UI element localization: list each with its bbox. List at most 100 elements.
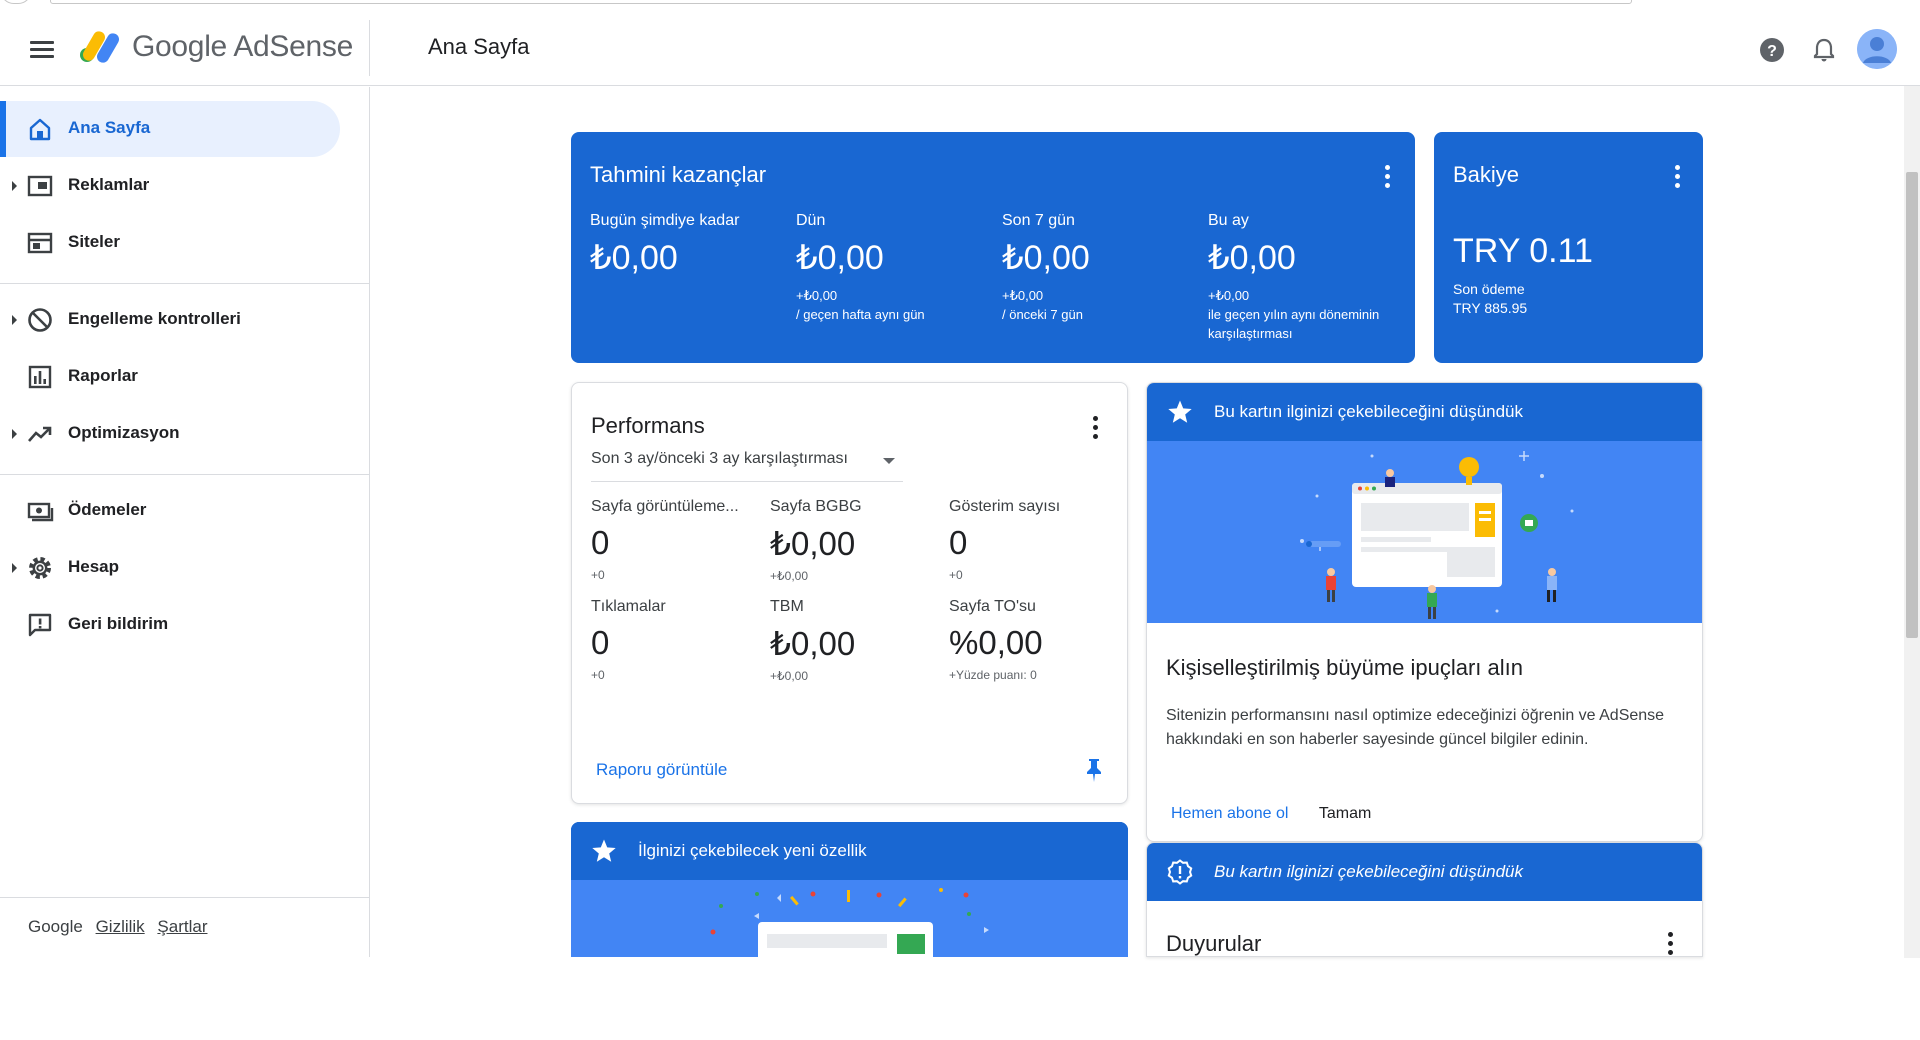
announcements-card-header: Bu kartın ilginizi çekebileceğini düşünd… — [1147, 843, 1702, 901]
sidebar-item-feedback[interactable]: Geri bildirim — [0, 597, 340, 653]
earnings-yesterday: Dün ₺0,00 +₺0,00 / geçen hafta aynı gün — [796, 212, 996, 324]
tips-title: Kişiselleştirilmiş büyüme ipuçları alın — [1166, 655, 1524, 680]
metric-label: Tıklamalar — [591, 598, 666, 615]
sidebar-item-sites[interactable]: Siteler — [0, 215, 340, 271]
announcements-title: Duyurular — [1166, 931, 1262, 956]
balance-title: Bakiye — [1453, 162, 1520, 187]
earnings-diff: +₺0,00 — [796, 288, 838, 303]
confetti-illustration-icon — [710, 888, 989, 957]
svg-text:?: ? — [1767, 43, 1777, 60]
metric-value: %0,00 — [949, 624, 1043, 661]
browser-reload-button[interactable] — [0, 0, 32, 4]
adsense-page: Google AdSense Ana Sayfa ? Ana Sayfa Rek… — [0, 0, 1920, 1040]
announcements-more-button[interactable] — [1658, 929, 1682, 956]
last-payment-label: Son ödeme — [1453, 281, 1525, 297]
period-dropdown[interactable]: Son 3 ay/önceki 3 ay karşılaştırması — [591, 450, 903, 482]
sidebar-item-account[interactable]: Hesap — [0, 540, 340, 596]
metric-clicks[interactable]: Tıklamalar 0 +0 — [591, 598, 761, 682]
sidebar-item-label: Raporlar — [68, 366, 138, 385]
terms-link[interactable]: Şartlar — [157, 917, 207, 936]
metric-page-rpm[interactable]: Sayfa BGBG ₺0,00 +₺0,00 — [770, 498, 940, 583]
sidebar-item-payments[interactable]: Ödemeler — [0, 483, 340, 539]
metric-impressions[interactable]: Gösterim sayısı 0 +0 — [949, 498, 1119, 582]
metric-diff: +₺0,00 — [770, 569, 808, 583]
metric-label: Sayfa BGBG — [770, 498, 862, 515]
ok-button[interactable]: Tamam — [1319, 805, 1371, 822]
expand-caret-icon — [12, 429, 17, 439]
pin-icon[interactable] — [1084, 757, 1104, 783]
earnings-note: ile geçen yılın aynı döneminin karşılaşt… — [1208, 307, 1380, 341]
earnings-note: / önceki 7 gün — [1002, 307, 1083, 322]
alert-badge-icon — [1167, 859, 1193, 885]
trending-up-icon — [28, 426, 52, 442]
earnings-value: ₺0,00 — [796, 239, 884, 277]
announcements-card-header-text: Bu kartın ilginizi çekebileceğini düşünd… — [1214, 862, 1524, 881]
sidebar-item-label: Hesap — [68, 557, 120, 576]
earnings-card: Tahmini kazançlar Bugün şimdiye kadar ₺0… — [571, 132, 1415, 363]
expand-caret-icon — [12, 315, 17, 325]
help-icon: ? — [1760, 38, 1784, 62]
sidebar-item-optimization[interactable]: Optimizasyon — [0, 406, 340, 462]
view-report-link[interactable]: Raporu görüntüle — [596, 760, 727, 780]
earnings-label: Son 7 gün — [1002, 212, 1075, 229]
metric-diff: +0 — [591, 568, 605, 582]
feature-card-header: İlginizi çekebilecek yeni özellik — [571, 822, 1128, 880]
privacy-link[interactable]: Gizlilik — [96, 917, 145, 936]
sidebar-item-label: Engelleme kontrolleri — [68, 309, 241, 328]
sidebar-nav: Ana Sayfa Reklamlar Siteler Engelleme ko… — [0, 87, 370, 957]
earnings-note: / geçen hafta aynı gün — [796, 307, 925, 322]
new-feature-illustration — [571, 880, 1128, 957]
sidebar-item-label: Ana Sayfa — [68, 118, 151, 137]
earnings-today: Bugün şimdiye kadar ₺0,00 — [590, 212, 790, 278]
performance-title: Performans — [591, 413, 705, 438]
website-illustration-icon — [1300, 451, 1574, 619]
subscribe-button[interactable]: Hemen abone ol — [1171, 805, 1288, 822]
tips-card-header-text: Bu kartın ilginizi çekebileceğini düşünd… — [1214, 402, 1524, 421]
sites-icon — [27, 232, 53, 254]
sidebar-item-reports[interactable]: Raporlar — [0, 349, 340, 405]
nav-divider — [0, 897, 370, 898]
metric-label: Gösterim sayısı — [949, 498, 1061, 515]
balance-card: Bakiye TRY 0.11 Son ödeme TRY 885.95 — [1434, 132, 1703, 363]
balance-more-button[interactable] — [1665, 162, 1689, 190]
metric-diff: +0 — [949, 568, 963, 582]
sidebar-footer: Google Gizlilik Şartlar — [28, 917, 215, 937]
sidebar-item-ads[interactable]: Reklamlar — [0, 158, 340, 214]
last-payment-value: TRY 885.95 — [1453, 300, 1528, 316]
page-title: Ana Sayfa — [428, 34, 530, 59]
earnings-this-month: Bu ay ₺0,00 +₺0,00 ile geçen yılın aynı d… — [1208, 212, 1408, 343]
browser-address-bar — [0, 0, 1920, 10]
help-button[interactable]: ? — [1756, 34, 1788, 66]
sidebar-item-label: Siteler — [68, 232, 120, 251]
main-menu-button[interactable] — [22, 34, 62, 66]
sidebar-item-blocking-controls[interactable]: Engelleme kontrolleri — [0, 292, 340, 348]
metric-diff: +Yüzde puanı: 0 — [949, 668, 1037, 682]
metric-cpc[interactable]: TBM ₺0,00 +₺0,00 — [770, 598, 940, 683]
metric-value: 0 — [591, 624, 610, 661]
ads-icon — [27, 175, 53, 197]
metric-page-ctr[interactable]: Sayfa TO'su %0,00 +Yüzde puanı: 0 — [949, 598, 1119, 682]
sidebar-item-home[interactable]: Ana Sayfa — [0, 101, 340, 157]
metric-value: ₺0,00 — [770, 525, 856, 562]
bell-icon — [1813, 38, 1835, 62]
earnings-label: Bugün şimdiye kadar — [590, 212, 740, 229]
performance-more-button[interactable] — [1083, 413, 1107, 441]
new-feature-card: İlginizi çekebilecek yeni özellik — [571, 822, 1128, 957]
performance-card: Performans Son 3 ay/önceki 3 ay karşılaş… — [571, 382, 1128, 804]
announcements-card: Bu kartın ilginizi çekebileceğini düşünd… — [1146, 842, 1703, 957]
account-avatar[interactable] — [1857, 29, 1897, 69]
metric-page-views[interactable]: Sayfa görüntüleme... 0 +0 — [591, 498, 761, 582]
notifications-button[interactable] — [1808, 34, 1840, 66]
header-divider — [369, 20, 370, 76]
adsense-logo-icon — [80, 31, 119, 63]
feedback-icon — [28, 613, 52, 637]
app-header: Google AdSense Ana Sayfa ? — [0, 10, 1920, 86]
earnings-label: Bu ay — [1208, 212, 1249, 229]
browser-url-field[interactable] — [50, 0, 1632, 4]
star-icon — [1168, 400, 1192, 423]
page-scrollbar-thumb[interactable] — [1906, 172, 1918, 638]
brand-name: Google AdSense — [132, 30, 353, 63]
earnings-last-7-days: Son 7 gün ₺0,00 +₺0,00 / önceki 7 gün — [1002, 212, 1202, 324]
metric-label: TBM — [770, 598, 804, 615]
earnings-more-button[interactable] — [1375, 162, 1399, 190]
